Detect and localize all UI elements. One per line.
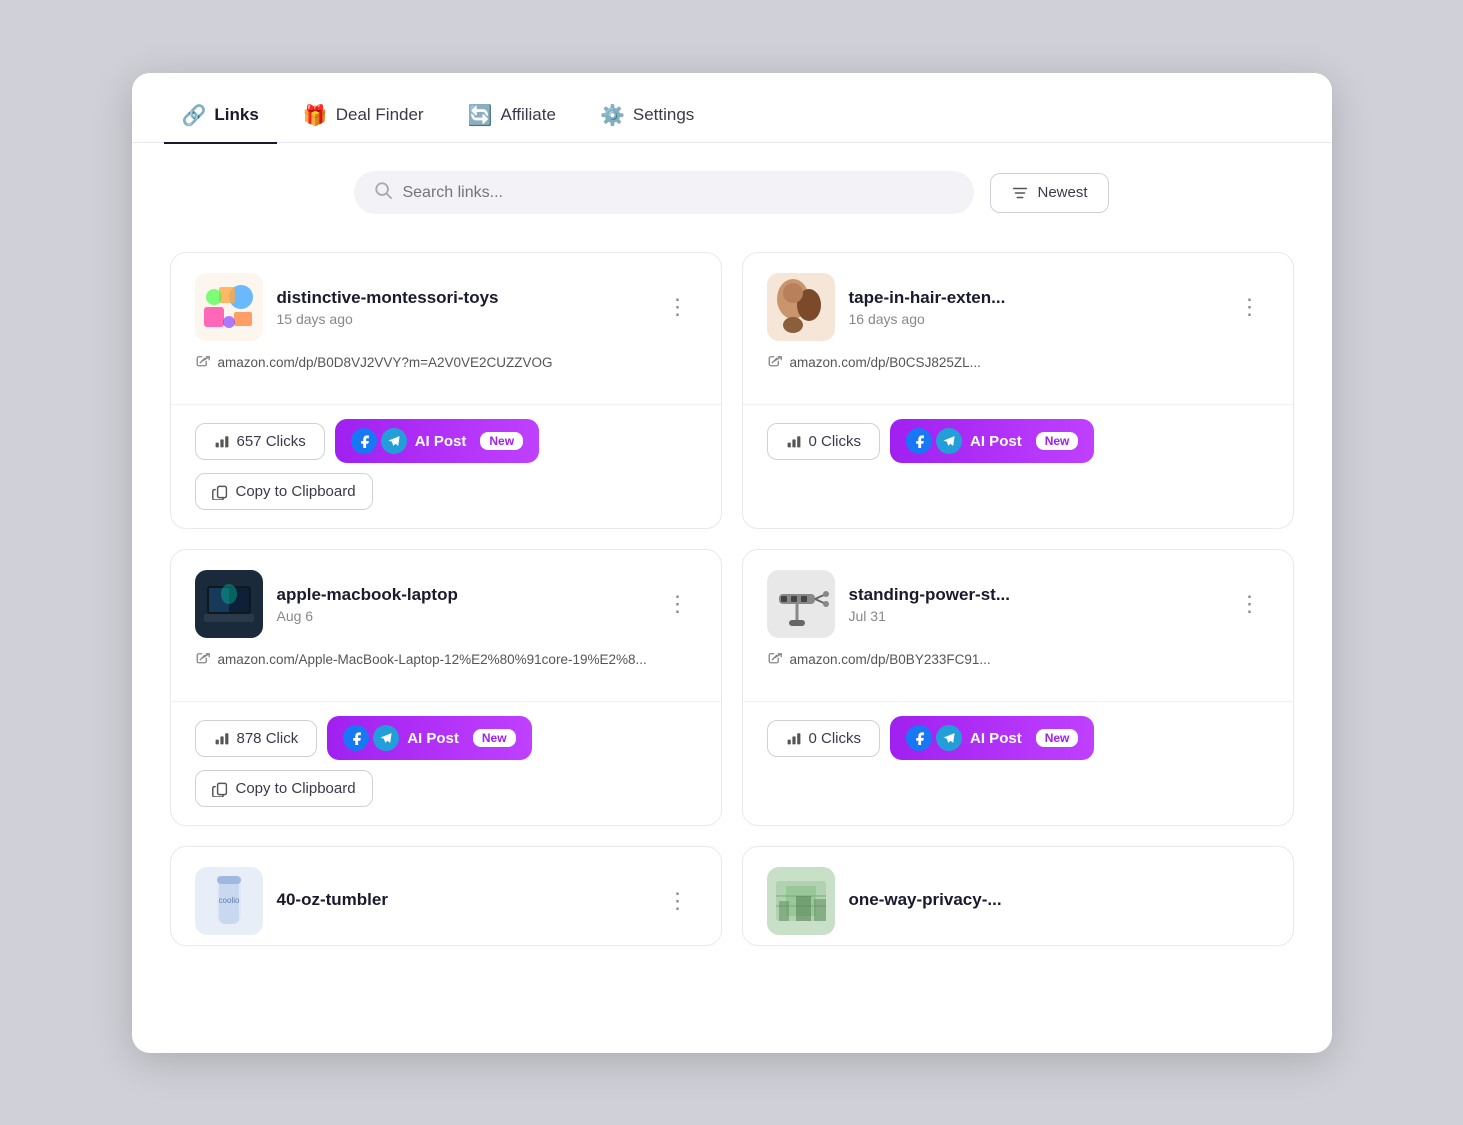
affiliate-icon: 🔄 [468,103,493,128]
ai-post-button[interactable]: AI Post New [335,419,539,463]
clicks-icon [214,433,230,449]
sort-button[interactable]: Newest [990,173,1108,213]
tab-links[interactable]: 🔗 Links [164,91,277,144]
card-url: amazon.com/dp/B0CSJ825ZL... [767,353,1269,372]
search-bar-container [354,171,974,214]
tab-settings[interactable]: ⚙️ Settings [582,91,712,144]
product-thumbnail [767,867,835,935]
card-standing-power: standing-power-st... Jul 31 ⋮ amazon.com… [742,549,1294,826]
card-date: 15 days ago [277,311,499,327]
facebook-icon [906,725,932,751]
ai-post-button[interactable]: AI Post New [890,716,1094,760]
card-actions: 878 Click AI Post New [171,716,721,825]
search-area: Newest [132,143,1332,232]
card-url: amazon.com/dp/B0BY233FC91... [767,650,1269,669]
card-title: tape-in-hair-exten... [849,288,1006,308]
clicks-button[interactable]: 0 Clicks [767,423,881,460]
facebook-icon [343,725,369,751]
tab-nav: 🔗 Links 🎁 Deal Finder 🔄 Affiliate ⚙️ Set… [132,73,1332,144]
settings-icon: ⚙️ [600,103,625,128]
new-badge: New [1036,729,1079,747]
card-40oz-tumbler: coolio 40-oz-tumbler ⋮ [170,846,722,946]
product-thumbnail [767,570,835,638]
card-distinctive-montessori-toys: distinctive-montessori-toys 15 days ago … [170,252,722,529]
product-thumbnail [195,273,263,341]
card-actions: 0 Clicks AI Post New [743,716,1293,778]
card-title: 40-oz-tumbler [277,890,388,910]
ai-post-button[interactable]: AI Post New [890,419,1094,463]
social-icons [351,428,407,454]
facebook-icon [906,428,932,454]
clicks-button[interactable]: 657 Clicks [195,423,325,460]
sort-label: Newest [1037,184,1087,201]
cards-grid: distinctive-montessori-toys 15 days ago … [132,232,1332,956]
tab-deal-finder-label: Deal Finder [336,105,424,125]
tab-deal-finder[interactable]: 🎁 Deal Finder [285,91,442,144]
new-badge: New [473,729,516,747]
card-url: amazon.com/dp/B0D8VJ2VVY?m=A2V0VE2CUZZVO… [195,353,697,372]
card-one-way-privacy: one-way-privacy-... [742,846,1294,946]
card-url: amazon.com/Apple-MacBook-Laptop-12%E2%80… [195,650,697,669]
copy-icon [212,781,228,797]
clicks-button[interactable]: 0 Clicks [767,720,881,757]
card-date: Aug 6 [277,608,458,624]
clicks-button[interactable]: 878 Click [195,720,318,757]
facebook-icon [351,428,377,454]
telegram-icon [936,428,962,454]
more-options-button[interactable]: ⋮ [659,884,697,918]
card-apple-macbook: apple-macbook-laptop Aug 6 ⋮ amazon.com/… [170,549,722,826]
telegram-icon [936,725,962,751]
social-icons [343,725,399,751]
tab-links-label: Links [214,105,258,125]
tab-affiliate[interactable]: 🔄 Affiliate [450,91,574,144]
card-title: standing-power-st... [849,585,1011,605]
sort-icon [1011,184,1029,202]
clicks-icon [786,433,802,449]
links-icon: 🔗 [182,103,207,128]
search-input[interactable] [402,184,954,202]
deal-finder-icon: 🎁 [303,103,328,128]
url-icon [195,650,210,669]
clicks-icon [214,730,230,746]
url-icon [195,353,210,372]
social-icons [906,428,962,454]
card-title: apple-macbook-laptop [277,585,458,605]
more-options-button[interactable]: ⋮ [659,587,697,621]
card-title: distinctive-montessori-toys [277,288,499,308]
card-actions: 657 Clicks AI Post New [171,419,721,528]
telegram-icon [373,725,399,751]
telegram-icon [381,428,407,454]
product-thumbnail: coolio [195,867,263,935]
product-thumbnail [767,273,835,341]
app-window: 🔗 Links 🎁 Deal Finder 🔄 Affiliate ⚙️ Set… [132,73,1332,1053]
copy-icon [212,484,228,500]
card-date: Jul 31 [849,608,1011,624]
card-date: 16 days ago [849,311,1006,327]
more-options-button[interactable]: ⋮ [659,290,697,324]
new-badge: New [1036,432,1079,450]
tab-settings-label: Settings [633,105,694,125]
card-title: one-way-privacy-... [849,890,1002,910]
search-icon [374,181,392,204]
url-icon [767,353,782,372]
url-icon [767,650,782,669]
social-icons [906,725,962,751]
svg-text:coolio: coolio [218,896,239,905]
copy-clipboard-button[interactable]: Copy to Clipboard [195,770,373,807]
more-options-button[interactable]: ⋮ [1231,290,1269,324]
tab-affiliate-label: Affiliate [501,105,556,125]
product-thumbnail [195,570,263,638]
copy-clipboard-button[interactable]: Copy to Clipboard [195,473,373,510]
clicks-icon [786,730,802,746]
card-tape-in-hair: tape-in-hair-exten... 16 days ago ⋮ amaz… [742,252,1294,529]
new-badge: New [480,432,523,450]
card-actions: 0 Clicks AI Post New [743,419,1293,481]
ai-post-button[interactable]: AI Post New [327,716,531,760]
more-options-button[interactable]: ⋮ [1231,587,1269,621]
